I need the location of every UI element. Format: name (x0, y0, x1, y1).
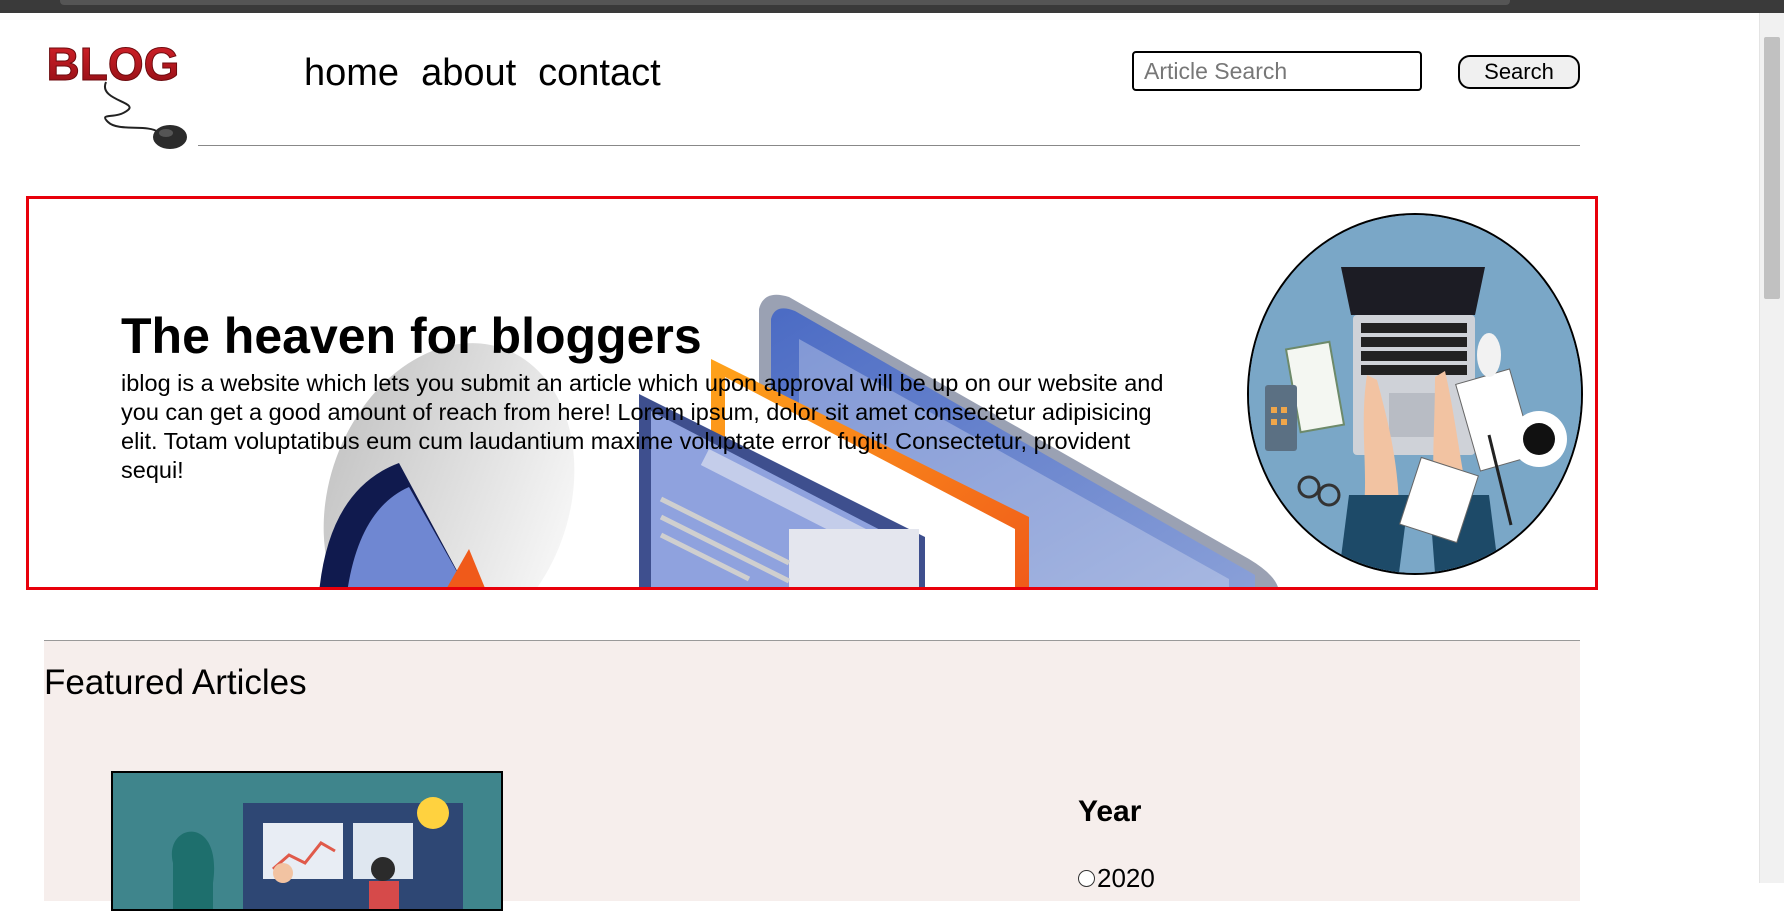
year-option-2020[interactable]: 2020 (1078, 863, 1155, 894)
search-button[interactable]: Search (1458, 55, 1580, 89)
page-scrollbar[interactable] (1759, 13, 1784, 883)
browser-top-bar (0, 0, 1784, 13)
year-option-label: 2020 (1097, 863, 1155, 893)
hero-title: The heaven for bloggers (121, 308, 702, 364)
featured-article-image[interactable] (111, 771, 503, 911)
browser-top-strip (60, 0, 1510, 5)
article-search-input[interactable] (1132, 51, 1422, 91)
scrollbar-thumb[interactable] (1764, 37, 1780, 299)
nav-home-link[interactable]: home (304, 52, 399, 95)
year-radio[interactable] (1078, 870, 1095, 887)
featured-articles-title: Featured Articles (44, 663, 307, 702)
nav-about-link[interactable]: about (421, 52, 516, 95)
main-nav: home about contact (304, 52, 661, 95)
blog-logo[interactable]: BLOG (18, 40, 208, 155)
hero-banner: The heaven for bloggers iblog is a websi… (26, 196, 1598, 590)
hero-desk-illustration (1247, 213, 1583, 575)
featured-articles-section: Featured Articles Year 2020 (44, 640, 1580, 911)
header-divider (198, 145, 1580, 146)
logo-text: BLOG (47, 40, 180, 90)
hero-description: iblog is a website which lets you submit… (121, 370, 1164, 483)
nav-contact-link[interactable]: contact (538, 52, 661, 95)
year-filter-heading: Year (1078, 795, 1142, 828)
